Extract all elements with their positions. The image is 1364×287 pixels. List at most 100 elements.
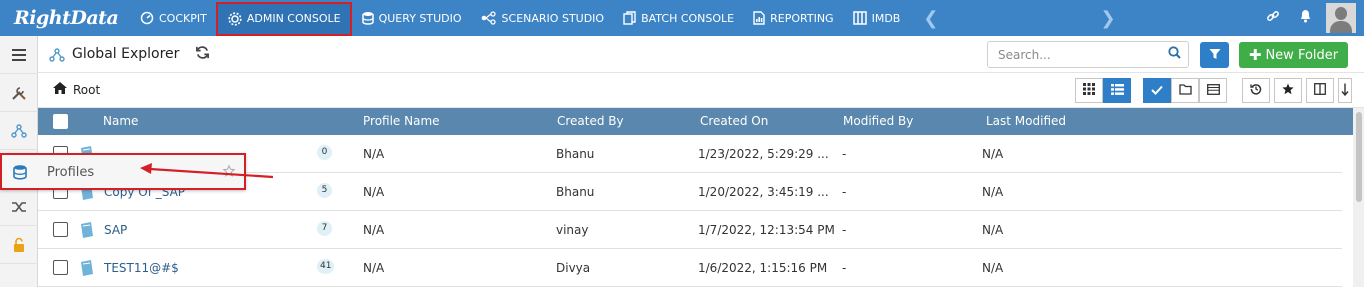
- column-header-created-on[interactable]: Created On: [700, 114, 768, 128]
- nav-reporting[interactable]: REPORTING: [743, 0, 842, 36]
- nav-scenario-studio[interactable]: SCENARIO STUDIO: [471, 0, 614, 36]
- row-created-on: 1/7/2022, 12:13:54 PM: [698, 223, 835, 237]
- row-last-modified: N/A: [982, 223, 1004, 237]
- gear-icon: [228, 11, 242, 26]
- row-created-on: 1/23/2022, 5:29:29 ...: [698, 147, 829, 161]
- row-checkbox[interactable]: [53, 260, 68, 275]
- row-created-by: Divya: [556, 261, 591, 275]
- row-created-on: 1/6/2022, 1:15:16 PM: [698, 261, 828, 275]
- row-profile-name: N/A: [363, 223, 385, 237]
- row-last-modified: N/A: [982, 261, 1004, 275]
- split-view-button[interactable]: [1306, 78, 1334, 103]
- plus-icon: ✚: [1248, 46, 1262, 64]
- new-folder-button[interactable]: ✚ New Folder: [1239, 42, 1348, 68]
- nav-admin-console-label: ADMIN CONSOLE: [246, 12, 341, 25]
- row-created-by: Bhanu: [556, 185, 595, 199]
- history-button[interactable]: [1242, 78, 1270, 103]
- column-header-profile-name[interactable]: Profile Name: [363, 114, 440, 128]
- grid-icon: [1083, 83, 1095, 98]
- list-icon: [1110, 83, 1124, 98]
- column-header-last-modified[interactable]: Last Modified: [986, 114, 1066, 128]
- row-modified-by: -: [842, 261, 847, 275]
- sitemap-icon: [49, 47, 65, 67]
- sitemap-icon: [481, 11, 497, 25]
- row-profile-name: N/A: [363, 147, 385, 161]
- column-header-name[interactable]: Name: [103, 114, 138, 128]
- table-row[interactable]: SAP 7 N/A vinay 1/7/2022, 12:13:54 PM - …: [38, 211, 1342, 249]
- check-filter-button[interactable]: [1143, 78, 1171, 103]
- row-count-badge: 5: [317, 183, 332, 198]
- nav-query-studio[interactable]: QUERY STUDIO: [352, 0, 471, 36]
- folder-filter-button[interactable]: [1171, 78, 1199, 103]
- columns-icon: [852, 11, 867, 25]
- copy-icon: [623, 11, 636, 25]
- select-all-checkbox[interactable]: [53, 114, 68, 129]
- database-icon: [12, 164, 28, 184]
- row-count-badge: 7: [317, 221, 332, 236]
- favorites-button[interactable]: [1274, 78, 1302, 103]
- row-modified-by: -: [842, 223, 847, 237]
- nav-scenario-studio-label: SCENARIO STUDIO: [501, 11, 605, 25]
- profile-file-icon: [78, 221, 96, 239]
- row-modified-by: -: [842, 185, 847, 199]
- top-navigation-bar: RightData COCKPIT ADMIN CONSOLE QUERY ST…: [0, 0, 1364, 36]
- profile-file-icon: [78, 259, 96, 277]
- search-icon[interactable]: [1168, 46, 1181, 63]
- row-count-badge: 0: [317, 145, 332, 160]
- top-right-actions: [1256, 0, 1364, 36]
- row-last-modified: N/A: [982, 147, 1004, 161]
- breadcrumb-root[interactable]: Root: [73, 83, 100, 97]
- columns-icon: [1314, 83, 1326, 98]
- scroll-left-chevron-icon[interactable]: ❮: [915, 8, 946, 29]
- check-icon: [1151, 84, 1163, 98]
- filter-button[interactable]: [1200, 42, 1229, 68]
- nav-batch-console[interactable]: BATCH CONSOLE: [613, 0, 743, 36]
- table-row[interactable]: TEST11@#$ 41 N/A Divya 1/6/2022, 1:15:16…: [38, 249, 1342, 287]
- table-filter-button[interactable]: [1199, 78, 1227, 103]
- row-created-by: vinay: [556, 223, 589, 237]
- bell-icon[interactable]: [1289, 9, 1322, 27]
- profiles-label: Profiles: [47, 165, 95, 180]
- row-checkbox[interactable]: [53, 222, 68, 237]
- table-header: Name Profile Name Created By Created On …: [38, 108, 1353, 135]
- tools-icon[interactable]: [0, 74, 38, 112]
- sort-button[interactable]: [1338, 78, 1352, 103]
- new-folder-label: New Folder: [1265, 47, 1339, 63]
- shuffle-icon[interactable]: [0, 188, 38, 226]
- user-avatar[interactable]: [1326, 3, 1356, 33]
- nav-batch-console-label: BATCH CONSOLE: [641, 11, 735, 25]
- link-icon[interactable]: [1256, 9, 1289, 27]
- column-header-created-by[interactable]: Created By: [557, 114, 624, 128]
- list-view-button[interactable]: [1103, 78, 1131, 103]
- nav-imdb-label: IMDB: [871, 11, 901, 25]
- menu-icon[interactable]: [0, 36, 38, 74]
- row-name[interactable]: SAP: [104, 223, 127, 237]
- folder-icon: [1178, 83, 1192, 98]
- star-outline-icon[interactable]: [222, 164, 236, 180]
- nav-admin-console[interactable]: ADMIN CONSOLE: [215, 1, 352, 36]
- explorer-header: Global Explorer ✚New Folder: [38, 36, 1364, 73]
- sitemap-explorer-icon[interactable]: [0, 112, 38, 150]
- unlock-icon[interactable]: [0, 226, 38, 264]
- arrow-down-icon: [1341, 83, 1349, 99]
- gauge-icon: [140, 11, 154, 25]
- nav-imdb[interactable]: IMDB: [843, 0, 910, 36]
- scrollbar-thumb[interactable]: [1356, 112, 1362, 202]
- app-logo[interactable]: RightData: [0, 0, 130, 36]
- row-count-badge: 41: [317, 259, 335, 274]
- column-header-modified-by[interactable]: Modified By: [843, 114, 913, 128]
- nav-cockpit-label: COCKPIT: [159, 11, 207, 25]
- home-icon[interactable]: [52, 81, 68, 99]
- row-profile-name: N/A: [363, 185, 385, 199]
- database-icon: [361, 11, 374, 25]
- profiles-menu-highlight[interactable]: Profiles: [0, 153, 246, 190]
- grid-view-button[interactable]: [1075, 78, 1103, 103]
- scroll-right-chevron-icon[interactable]: ❯: [1092, 8, 1123, 29]
- star-icon: [1282, 83, 1294, 98]
- row-created-on: 1/20/2022, 3:45:19 ...: [698, 185, 829, 199]
- search-input[interactable]: [987, 41, 1189, 68]
- refresh-icon[interactable]: [195, 45, 210, 64]
- row-name[interactable]: TEST11@#$: [104, 261, 179, 275]
- nav-cockpit[interactable]: COCKPIT: [130, 0, 216, 36]
- page-title: Global Explorer: [72, 46, 180, 62]
